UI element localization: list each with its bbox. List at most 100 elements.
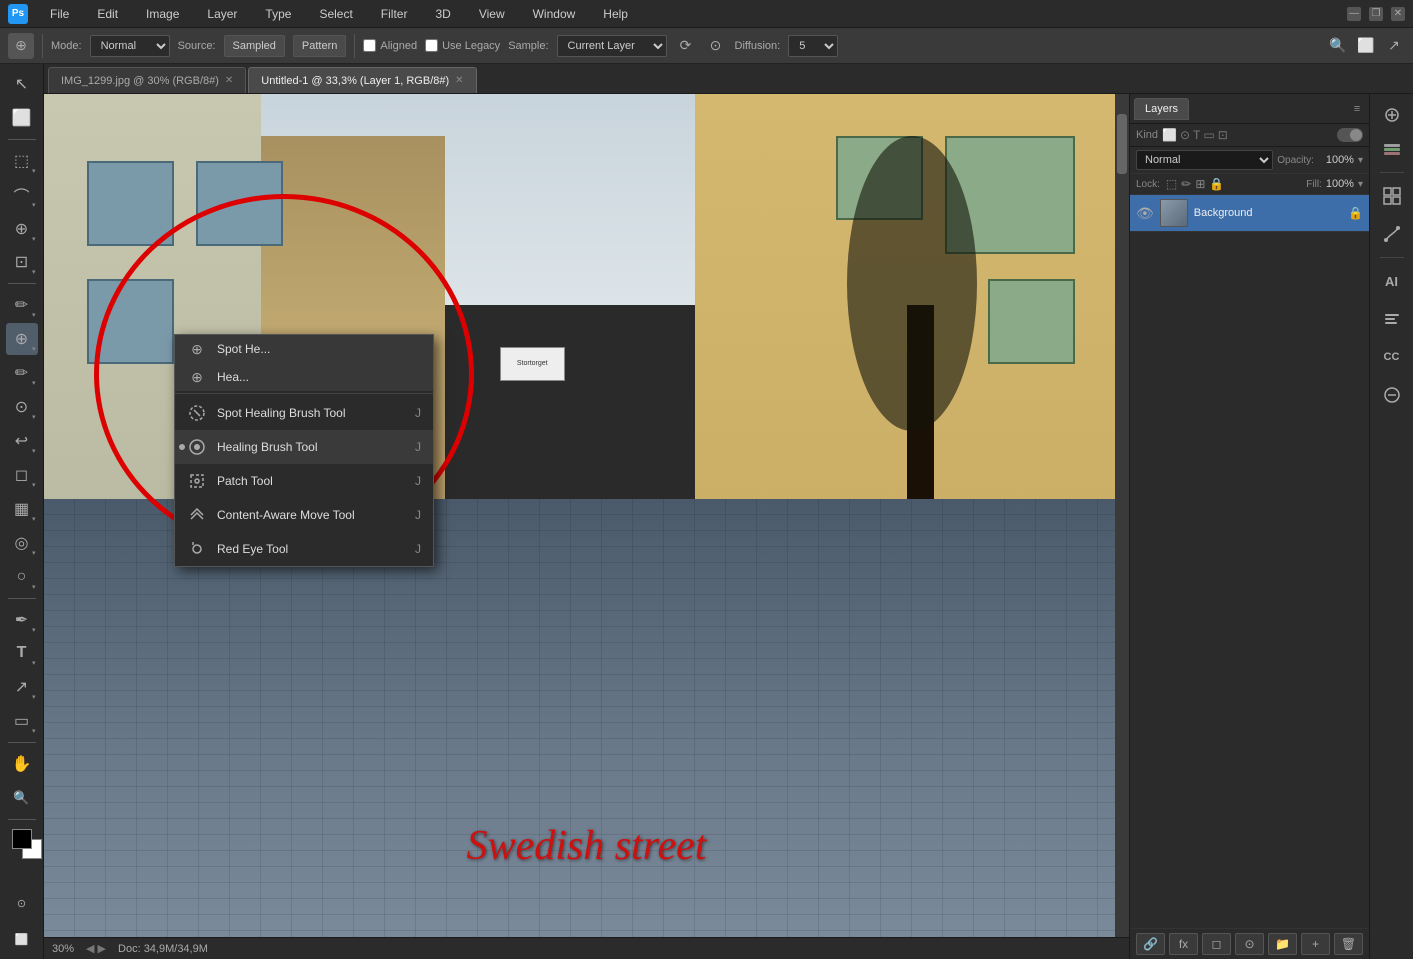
context-menu-patch[interactable]: Patch Tool J <box>175 464 433 498</box>
healing-options-button[interactable]: ⊙ <box>705 35 727 57</box>
status-arrows[interactable]: ◀ ▶ <box>86 942 106 955</box>
properties-icon[interactable] <box>1377 304 1407 334</box>
tab-untitled1[interactable]: Untitled-1 @ 33,3% (Layer 1, RGB/8#) ✕ <box>248 67 476 93</box>
brush-icon: ✏ <box>15 363 28 383</box>
tool-gradient[interactable]: ▦ ▾ <box>6 493 38 525</box>
patch-label: Patch Tool <box>217 474 405 488</box>
use-legacy-checkbox[interactable] <box>425 39 438 52</box>
filter-kind-label: Kind <box>1136 129 1158 141</box>
tool-crop[interactable]: ⊡ ▾ <box>6 247 38 279</box>
shape-filter-icon[interactable]: ▭ <box>1203 128 1214 142</box>
channels-expand-btn[interactable] <box>1377 100 1407 130</box>
tool-zoom[interactable]: 🔍 <box>6 782 38 814</box>
pattern-button[interactable]: Pattern <box>293 35 346 57</box>
tool-stamp[interactable]: ⊙ ▾ <box>6 391 38 423</box>
tool-pen[interactable]: ✒ ▾ <box>6 604 38 636</box>
tab-img1299[interactable]: IMG_1299.jpg @ 30% (RGB/8#) ✕ <box>48 67 246 93</box>
tool-text[interactable]: T ▾ <box>6 638 38 670</box>
tool-eyedropper[interactable]: ✏ ▾ <box>6 289 38 321</box>
menu-file[interactable]: File <box>44 5 75 23</box>
tab-close-1[interactable]: ✕ <box>225 75 233 86</box>
type-filter-icon[interactable]: T <box>1193 128 1200 142</box>
tool-dodge[interactable]: ○ ▾ <box>6 561 38 593</box>
cc-icon[interactable]: CC <box>1377 342 1407 372</box>
tab-layers[interactable]: Layers <box>1134 98 1189 120</box>
vertical-scrollbar[interactable] <box>1115 94 1129 937</box>
menu-window[interactable]: Window <box>527 5 582 23</box>
tool-lasso[interactable]: ⌒ ▾ <box>6 179 38 211</box>
context-menu-healing-brush[interactable]: Healing Brush Tool J <box>175 430 433 464</box>
filter-toggle[interactable] <box>1337 128 1363 142</box>
tool-marquee[interactable]: ⬚ ▾ <box>6 145 38 177</box>
search-button[interactable]: 🔍 <box>1327 35 1349 57</box>
diffusion-dropdown[interactable]: 5 <box>788 35 838 57</box>
delete-layer-button[interactable]: 🗑 <box>1334 933 1363 955</box>
foreground-color[interactable] <box>12 829 32 849</box>
link-layers-button[interactable]: 🔗 <box>1136 933 1165 955</box>
circle-minus-icon[interactable] <box>1377 380 1407 410</box>
status-bar: 30% ◀ ▶ Doc: 34,9M/34,9M <box>44 937 1129 959</box>
mode-dropdown[interactable]: Normal <box>90 35 170 57</box>
add-style-button[interactable]: fx <box>1169 933 1198 955</box>
sample-icon-button[interactable]: ⟳ <box>675 35 697 57</box>
lock-all-icon[interactable]: 🔒 <box>1209 177 1224 191</box>
tab-close-2[interactable]: ✕ <box>455 75 463 86</box>
context-menu-content-aware[interactable]: Content-Aware Move Tool J <box>175 498 433 532</box>
close-button[interactable]: ✕ <box>1391 7 1405 21</box>
tool-screenmode[interactable]: ⬜ <box>6 923 38 955</box>
context-menu-red-eye[interactable]: Red Eye Tool J <box>175 532 433 566</box>
tool-hand[interactable]: ✋ <box>6 748 38 780</box>
tool-quickselect[interactable]: ⊕ ▾ <box>6 213 38 245</box>
minimize-button[interactable]: — <box>1347 7 1361 21</box>
grid-icon[interactable] <box>1377 181 1407 211</box>
tool-pathselect[interactable]: ↗ ▾ <box>6 671 38 703</box>
tool-move[interactable]: ↖ <box>6 68 38 100</box>
workspace-button[interactable]: ⬜ <box>1355 35 1377 57</box>
paths-icon[interactable] <box>1377 219 1407 249</box>
scroll-thumb[interactable] <box>1117 114 1127 174</box>
menu-filter[interactable]: Filter <box>375 5 414 23</box>
tool-artboard[interactable]: ⬜ <box>6 102 38 134</box>
fill-arrow[interactable]: ▾ <box>1358 179 1363 190</box>
smart-filter-icon[interactable]: ⊡ <box>1218 128 1228 142</box>
new-group-button[interactable]: 📁 <box>1268 933 1297 955</box>
aligned-checkbox[interactable] <box>363 39 376 52</box>
channels-icon[interactable] <box>1377 134 1407 164</box>
layer-item-background[interactable]: 👁 Background 🔒 <box>1130 195 1369 232</box>
tool-healingbrush[interactable]: ⊕ ▾ <box>6 323 38 355</box>
menu-type[interactable]: Type <box>259 5 297 23</box>
opacity-label: Opacity: <box>1277 155 1314 166</box>
layer-visibility-eye[interactable]: 👁 <box>1136 205 1154 222</box>
blend-mode-dropdown[interactable]: Normal <box>1136 150 1273 170</box>
adjustment-filter-icon[interactable]: ⊙ <box>1180 128 1190 142</box>
menu-layer[interactable]: Layer <box>201 5 243 23</box>
sample-dropdown[interactable]: Current Layer <box>557 35 667 57</box>
restore-button[interactable]: ❐ <box>1369 7 1383 21</box>
new-layer-button[interactable]: + <box>1301 933 1330 955</box>
tool-brush[interactable]: ✏ ▾ <box>6 357 38 389</box>
lock-artboard-icon[interactable]: ⊞ <box>1195 177 1205 191</box>
sampled-button[interactable]: Sampled <box>224 35 285 57</box>
menu-image[interactable]: Image <box>140 5 185 23</box>
context-menu-spot-healing[interactable]: Spot Healing Brush Tool J <box>175 396 433 430</box>
add-mask-button[interactable]: ◻ <box>1202 933 1231 955</box>
pixel-filter-icon[interactable]: ⬜ <box>1162 128 1177 142</box>
panel-collapse-btn[interactable]: ≡ <box>1349 101 1365 117</box>
opacity-arrow[interactable]: ▾ <box>1358 155 1363 166</box>
lock-position-icon[interactable]: ✏ <box>1181 177 1191 191</box>
share-button[interactable]: ↗ <box>1383 35 1405 57</box>
tool-historybrush[interactable]: ↩ ▾ <box>6 425 38 457</box>
tool-eraser[interactable]: ◻ ▾ <box>6 459 38 491</box>
canvas-wrapper[interactable]: Stortorget Swedish street ⊕ Spot He... <box>44 94 1129 937</box>
lock-pixels-icon[interactable]: ⬚ <box>1166 177 1177 191</box>
tool-quickmask[interactable]: ⊙ <box>6 887 38 919</box>
tool-shape[interactable]: ▭ ▾ <box>6 705 38 737</box>
menu-view[interactable]: View <box>473 5 511 23</box>
ai-enhance-icon[interactable]: AI <box>1377 266 1407 296</box>
menu-edit[interactable]: Edit <box>91 5 124 23</box>
tool-blur[interactable]: ◎ ▾ <box>6 527 38 559</box>
add-adjustment-button[interactable]: ⊙ <box>1235 933 1264 955</box>
menu-help[interactable]: Help <box>597 5 634 23</box>
menu-3d[interactable]: 3D <box>429 5 456 23</box>
menu-select[interactable]: Select <box>313 5 358 23</box>
